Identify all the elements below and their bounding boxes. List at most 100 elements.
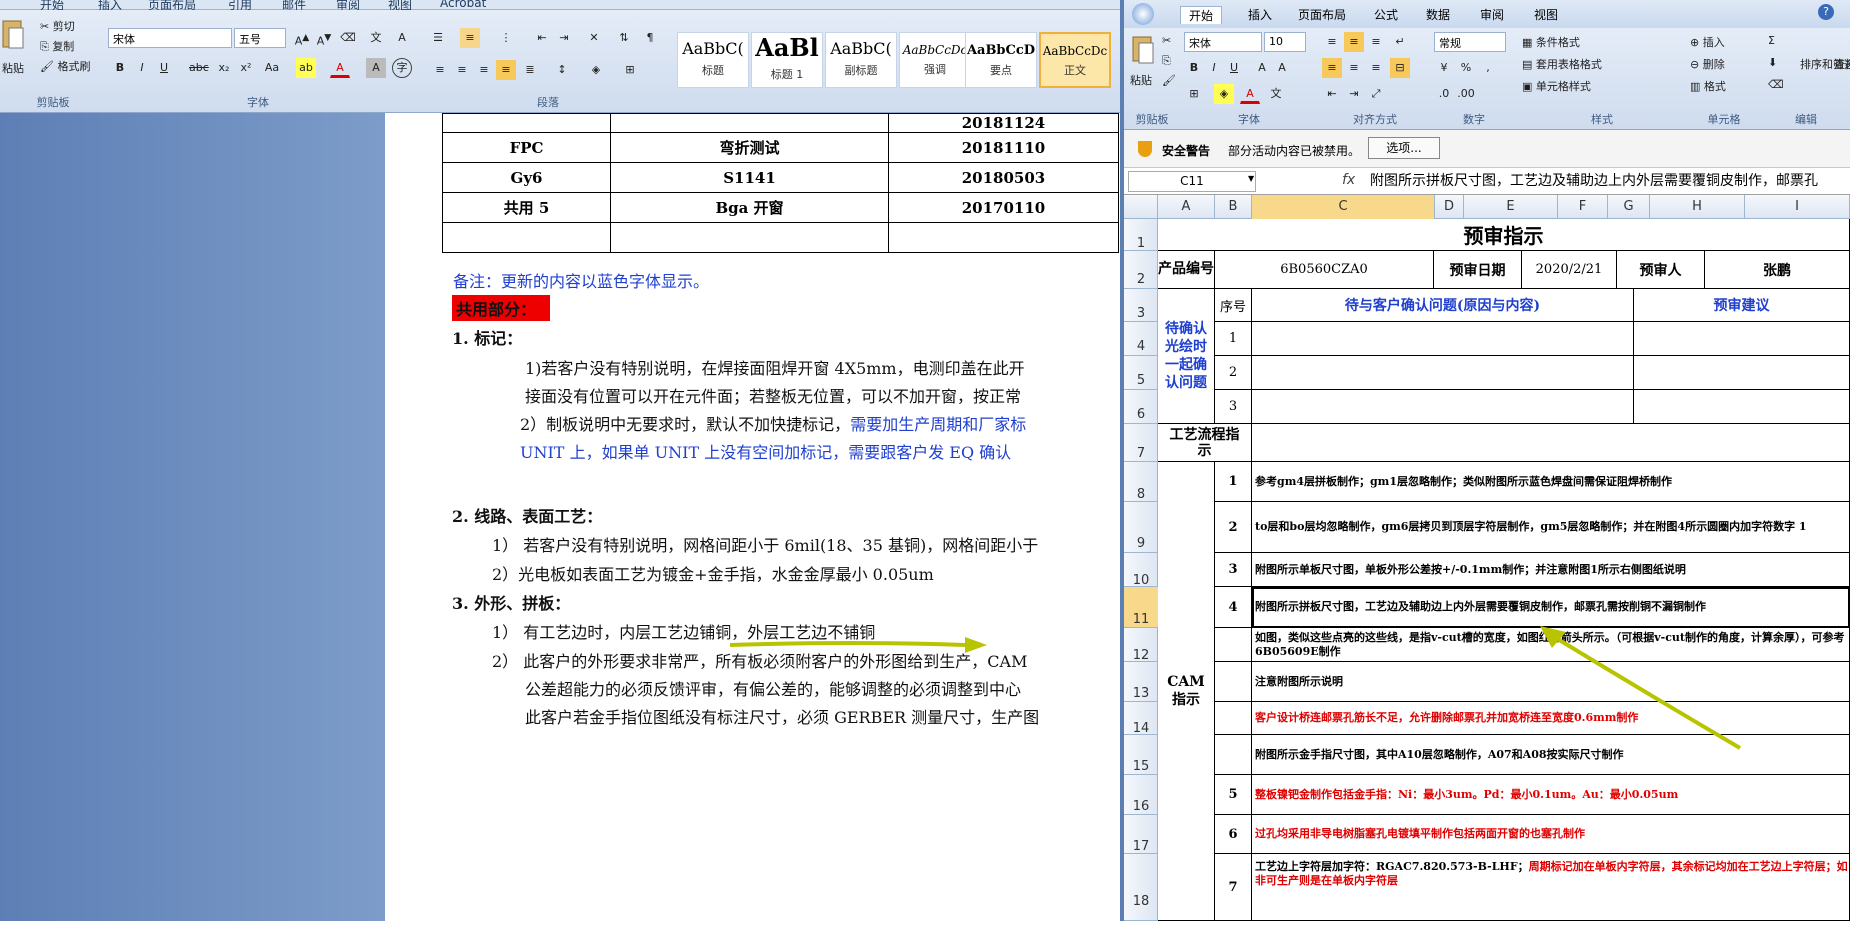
style-emphasis[interactable]: AaBbCcDc 强调 bbox=[899, 32, 971, 88]
shrink-font-icon[interactable]: A▼ bbox=[314, 28, 334, 48]
format-painter-icon[interactable]: 🖌 bbox=[1162, 74, 1176, 87]
bullets-icon[interactable]: ☰ bbox=[428, 28, 448, 48]
numbering-icon[interactable]: ≡ bbox=[460, 28, 480, 48]
copy-icon[interactable]: ⎘ bbox=[1162, 54, 1171, 68]
format-cells-button[interactable]: ▥ 格式 bbox=[1690, 78, 1726, 94]
style-title[interactable]: AaBbC(标题 bbox=[677, 32, 749, 88]
shading-icon[interactable]: ◈ bbox=[586, 60, 606, 80]
document-page[interactable]: 20181124 FPC 弯折测试 20181110 Gy6 S1141 2018050… bbox=[385, 113, 1120, 921]
conditional-format-button[interactable]: ▦ 条件格式 bbox=[1522, 34, 1580, 50]
align-center-icon[interactable]: ≡ bbox=[452, 60, 472, 80]
row-header[interactable]: 17 bbox=[1124, 815, 1158, 854]
grow-font-icon[interactable]: A bbox=[1252, 58, 1272, 78]
item-number[interactable] bbox=[1215, 735, 1252, 775]
style-heading1[interactable]: AaBl 标题 1 bbox=[751, 32, 823, 88]
paste-button[interactable]: 粘贴 bbox=[2, 60, 24, 76]
row-header[interactable]: 14 bbox=[1124, 702, 1158, 736]
item-number[interactable]: 1 bbox=[1215, 462, 1252, 502]
row-header[interactable]: 18 bbox=[1124, 854, 1158, 921]
excel-tab-formulas[interactable]: 公式 bbox=[1374, 6, 1398, 23]
increase-indent-icon[interactable]: ⇥ bbox=[1344, 84, 1364, 104]
cut-icon[interactable]: ✂ bbox=[1162, 34, 1171, 47]
column-header[interactable]: F bbox=[1558, 195, 1608, 219]
delete-cells-button[interactable]: ⊖ 删除 bbox=[1690, 56, 1725, 72]
row-header[interactable]: 6 bbox=[1124, 390, 1158, 424]
item-number[interactable] bbox=[1215, 662, 1252, 702]
column-header[interactable]: A bbox=[1158, 195, 1215, 219]
multilevel-icon[interactable]: ⋮ bbox=[496, 28, 516, 48]
item-number[interactable]: 3 bbox=[1215, 553, 1252, 587]
seq-cell[interactable]: 3 bbox=[1215, 390, 1252, 424]
item-text[interactable]: 参考gm4层拼板制作；gm1层忽略制作；类似附图所示蓝色焊盘间需保证阻焊桥制作 bbox=[1252, 462, 1850, 502]
row-header[interactable]: 7 bbox=[1124, 424, 1158, 462]
worksheet-grid[interactable]: 预审指示 产品编号 6B0560CZA0 预审日期 2020/2/21 预审人 … bbox=[1158, 219, 1850, 921]
align-left-icon[interactable]: ≡ bbox=[1322, 58, 1342, 78]
issue-cell[interactable] bbox=[1252, 390, 1634, 424]
shrink-font-icon[interactable]: A bbox=[1272, 58, 1292, 78]
issue-header[interactable]: 待与客户确认问题(原因与内容) bbox=[1252, 289, 1634, 322]
enclose-char-icon[interactable]: 字 bbox=[392, 58, 412, 78]
row-header[interactable]: 12 bbox=[1124, 628, 1158, 663]
increase-indent-icon[interactable]: ⇥ bbox=[554, 28, 574, 48]
font-color-icon[interactable]: A bbox=[1240, 84, 1260, 104]
char-shading-icon[interactable]: A bbox=[366, 58, 386, 78]
phonetic-icon[interactable]: 文 bbox=[366, 28, 386, 48]
sort-icon[interactable]: ⇅ bbox=[614, 28, 634, 48]
sheet-title[interactable]: 预审指示 bbox=[1158, 219, 1850, 251]
item-text[interactable]: 整板镍钯金制作包括金手指：Ni：最小3um。Pd：最小0.1um。Au：最小0.… bbox=[1252, 775, 1850, 815]
column-header[interactable]: D bbox=[1435, 195, 1464, 219]
paste-icon[interactable] bbox=[0, 18, 28, 62]
fill-color-icon[interactable]: ◈ bbox=[1214, 84, 1234, 104]
style-normal[interactable]: AaBbCcDc 正文 bbox=[1039, 32, 1111, 88]
align-middle-icon[interactable]: ≡ bbox=[1344, 32, 1364, 52]
show-marks-icon[interactable]: ¶ bbox=[640, 28, 660, 48]
row-header[interactable]: 16 bbox=[1124, 775, 1158, 815]
item-text[interactable]: 工艺边上字符层加字符：RGAC7.820.573-B-LHF；周期标记加在单板内… bbox=[1252, 854, 1850, 921]
column-header[interactable]: E bbox=[1464, 195, 1558, 219]
issue-cell[interactable] bbox=[1252, 322, 1634, 356]
style-strong[interactable]: AaBbCcD 要点 bbox=[965, 32, 1037, 88]
grow-font-icon[interactable]: A▲ bbox=[292, 28, 312, 48]
underline-icon[interactable]: U bbox=[154, 58, 174, 78]
line-spacing-icon[interactable]: ↕ bbox=[552, 60, 572, 80]
bold-icon[interactable]: B bbox=[110, 58, 130, 78]
paste-icon[interactable] bbox=[1130, 34, 1156, 69]
superscript-icon[interactable]: x² bbox=[236, 58, 256, 78]
paste-button[interactable]: 粘贴 bbox=[1130, 72, 1152, 88]
cut-button[interactable]: ✂ 剪切 bbox=[40, 18, 75, 34]
cam-label[interactable]: CAM指示 bbox=[1158, 462, 1215, 921]
excel-tab-insert[interactable]: 插入 bbox=[1248, 6, 1272, 23]
sum-icon[interactable]: Σ bbox=[1768, 34, 1775, 47]
highlight-icon[interactable]: ab bbox=[296, 58, 316, 78]
column-header[interactable]: C bbox=[1252, 195, 1435, 219]
percent-icon[interactable]: % bbox=[1456, 58, 1476, 78]
font-color-icon[interactable]: A bbox=[330, 58, 350, 78]
name-box[interactable]: C11 bbox=[1128, 171, 1256, 192]
number-format-combo[interactable]: 常规 bbox=[1434, 32, 1506, 52]
row-header[interactable]: 8 bbox=[1124, 462, 1158, 502]
align-top-icon[interactable]: ≡ bbox=[1322, 32, 1342, 52]
excel-tab-home[interactable]: 开始 bbox=[1180, 6, 1223, 24]
reviewer-label[interactable]: 预审人 bbox=[1617, 251, 1705, 289]
decrease-indent-icon[interactable]: ⇤ bbox=[1322, 84, 1342, 104]
excel-tab-layout[interactable]: 页面布局 bbox=[1298, 6, 1346, 23]
item-number[interactable] bbox=[1215, 628, 1252, 662]
cell-style-button[interactable]: ▣ 单元格样式 bbox=[1522, 78, 1591, 94]
column-header[interactable]: H bbox=[1650, 195, 1745, 219]
excel-tab-data[interactable]: 数据 bbox=[1426, 6, 1450, 23]
row-header[interactable]: 1 bbox=[1124, 219, 1158, 251]
justify-icon[interactable]: ≡ bbox=[496, 60, 516, 80]
row-header[interactable]: 2 bbox=[1124, 251, 1158, 289]
advice-cell[interactable] bbox=[1634, 356, 1850, 390]
clear-format-icon[interactable]: ⌫ bbox=[338, 28, 358, 48]
excel-tab-review[interactable]: 审阅 bbox=[1480, 6, 1504, 23]
item-number[interactable]: 4 bbox=[1215, 587, 1252, 628]
font-name-combo[interactable]: 宋体 bbox=[108, 28, 232, 48]
help-icon[interactable]: ? bbox=[1818, 4, 1834, 20]
chinese-layout-icon[interactable]: ✕ bbox=[584, 28, 604, 48]
row-header[interactable]: 5 bbox=[1124, 356, 1158, 390]
align-right-icon[interactable]: ≡ bbox=[1366, 58, 1386, 78]
row-header[interactable]: 10 bbox=[1124, 553, 1158, 588]
phonetic-icon[interactable]: 文 bbox=[1266, 84, 1286, 104]
item-number[interactable]: 5 bbox=[1215, 775, 1252, 815]
